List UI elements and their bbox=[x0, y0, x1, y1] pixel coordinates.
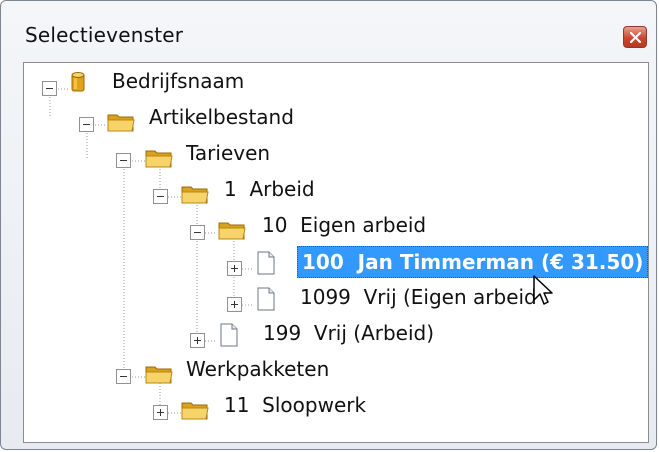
document-icon bbox=[257, 287, 275, 311]
mouse-pointer-icon bbox=[533, 275, 553, 305]
folder-icon bbox=[145, 150, 173, 168]
folder-icon bbox=[218, 222, 246, 240]
tree-expand-toggle[interactable] bbox=[227, 261, 242, 276]
window-title: Selectievenster bbox=[25, 23, 184, 47]
tree-node-bedrijfsnaam[interactable]: Bedrijfsnaam bbox=[24, 66, 650, 96]
document-icon bbox=[257, 251, 275, 275]
folder-icon bbox=[181, 186, 209, 204]
database-icon bbox=[71, 72, 85, 92]
tree-node-label: Artikelbestand bbox=[149, 105, 294, 129]
tree-collapse-toggle[interactable] bbox=[42, 81, 57, 96]
folder-icon bbox=[145, 366, 173, 384]
tree-collapse-toggle[interactable] bbox=[153, 189, 168, 204]
title-bar[interactable]: Selectievenster bbox=[1, 1, 656, 57]
tree-collapse-toggle[interactable] bbox=[116, 369, 131, 384]
tree-node-tarieven[interactable]: Tarieven bbox=[24, 138, 650, 168]
tree-node-label: 1 Arbeid bbox=[224, 177, 315, 201]
selection-window: Selectievenster Bedrijfsnaam Artikelbest… bbox=[0, 0, 657, 450]
tree-node-eigen-arbeid[interactable]: 10 Eigen arbeid bbox=[24, 210, 650, 240]
tree-collapse-toggle[interactable] bbox=[79, 117, 94, 132]
tree-node-label: 11 Sloopwerk bbox=[224, 393, 367, 417]
tree-node-artikelbestand[interactable]: Artikelbestand bbox=[24, 102, 650, 132]
tree-collapse-toggle[interactable] bbox=[190, 225, 205, 240]
tree-node-label: Bedrijfsnaam bbox=[112, 69, 245, 93]
tree-node-sloopwerk[interactable]: 11 Sloopwerk bbox=[24, 390, 650, 420]
folder-icon bbox=[107, 114, 135, 132]
tree-node-label: Werkpakketen bbox=[186, 357, 330, 381]
tree-expand-toggle[interactable] bbox=[190, 333, 205, 348]
document-icon bbox=[220, 323, 238, 347]
tree-expand-toggle[interactable] bbox=[227, 297, 242, 312]
tree-expand-toggle[interactable] bbox=[153, 405, 168, 420]
folder-icon bbox=[181, 402, 209, 420]
tree-node-label: 10 Eigen arbeid bbox=[262, 213, 427, 237]
tree-node-jan-timmerman[interactable]: 100 Jan Timmerman (€ 31.50) bbox=[24, 246, 650, 278]
tree-node-label-selected: 100 Jan Timmerman (€ 31.50) bbox=[297, 246, 649, 278]
close-icon bbox=[630, 32, 641, 43]
tree-node-label: 1099 Vrij (Eigen arbeid bbox=[300, 285, 537, 309]
tree-node-label: 199 Vrij (Arbeid) bbox=[263, 321, 435, 345]
tree-collapse-toggle[interactable] bbox=[116, 153, 131, 168]
tree-view[interactable]: Bedrijfsnaam Artikelbestand Tarieven 1 A… bbox=[23, 62, 649, 443]
tree-node-werkpakketen[interactable]: Werkpakketen bbox=[24, 354, 650, 384]
tree-node-label: Tarieven bbox=[186, 141, 271, 165]
tree-node-vrij-arbeid[interactable]: 199 Vrij (Arbeid) bbox=[24, 318, 650, 348]
tree-node-arbeid[interactable]: 1 Arbeid bbox=[24, 174, 650, 204]
close-button[interactable] bbox=[623, 26, 647, 48]
